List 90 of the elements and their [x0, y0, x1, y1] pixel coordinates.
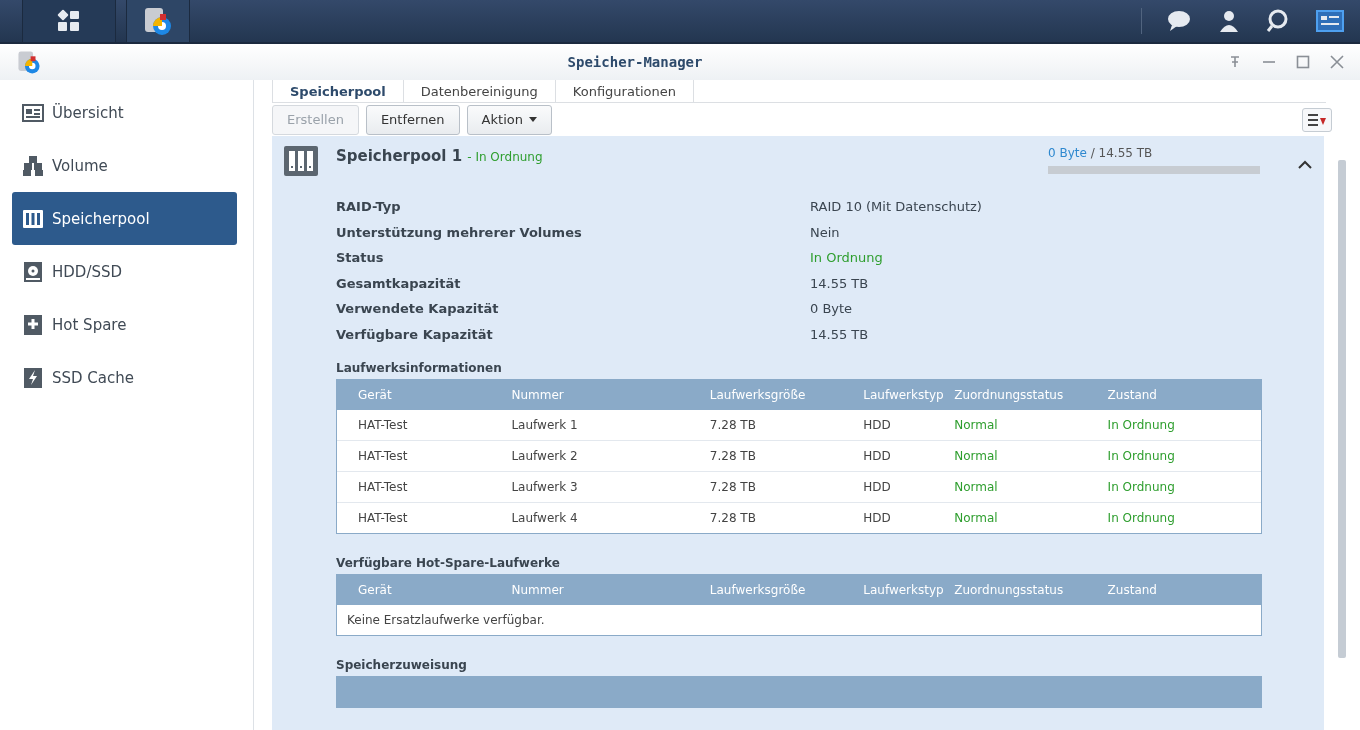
column-header: Zuordnungsstatus: [954, 388, 1065, 402]
table-cell-text: In Ordnung: [1107, 418, 1176, 432]
sidebar-item[interactable]: SSD Cache: [12, 351, 237, 404]
table-cell-text: Normal: [954, 418, 999, 432]
info-value: RAID 10 (Mit Datenschutz): [810, 199, 982, 215]
storage-app-icon: [142, 5, 174, 37]
sidebar-item[interactable]: Speicherpool: [12, 192, 237, 245]
search-icon[interactable]: [1266, 9, 1290, 33]
column-header: Laufwerksgröße: [709, 388, 807, 402]
storage-app-icon: [16, 49, 42, 75]
pin-icon[interactable]: [1228, 55, 1242, 69]
info-label: Status: [336, 250, 385, 266]
storage-app-button[interactable]: [126, 0, 190, 42]
column-header: Laufwerkstyp: [863, 388, 945, 402]
info-label: Verwendete Kapazität: [336, 301, 500, 317]
column-header: Gerät: [358, 388, 393, 402]
pool-icon: [22, 207, 44, 230]
sidebar-item[interactable]: Hot Spare: [12, 298, 237, 351]
info-label: Unterstützung mehrerer Volumes: [336, 224, 583, 240]
column-header: Laufwerkstyp: [863, 583, 945, 597]
table-cell-text: 7.28 TB: [709, 449, 757, 463]
maximize-icon[interactable]: [1296, 55, 1310, 69]
pool-name: Speicherpool 1: [336, 147, 463, 165]
table-cell-text: Laufwerk 4: [511, 511, 579, 525]
section-title: Verfügbare Hot-Spare-Laufwerke: [336, 556, 561, 570]
info-value: 14.55 TB: [810, 275, 869, 291]
table-cell-text: HAT-Test: [358, 418, 409, 432]
table-cell-text: In Ordnung: [1107, 511, 1176, 525]
tab[interactable]: Konfigurationen: [555, 80, 695, 102]
info-value: 0 Byte: [810, 301, 853, 317]
table-cell-text: Laufwerk 3: [511, 480, 579, 494]
used-capacity: 0 Byte: [1048, 146, 1087, 160]
info-value: Nein: [810, 224, 840, 240]
collapse-icon[interactable]: [1298, 160, 1312, 170]
tab[interactable]: Datenbereinigung: [403, 80, 556, 102]
table-cell-text: HDD: [863, 511, 892, 525]
table-cell-text: HDD: [863, 449, 892, 463]
table-cell-text: Normal: [954, 480, 999, 494]
table-cell-text: HDD: [863, 480, 892, 494]
sidebar-item[interactable]: HDD/SSD: [12, 245, 237, 298]
chat-icon[interactable]: [1166, 9, 1192, 33]
plus-box-icon: [22, 313, 44, 336]
column-header: Zustand: [1107, 388, 1158, 402]
info-label: RAID-Typ: [336, 199, 402, 215]
column-header: Gerät: [358, 583, 393, 597]
close-icon[interactable]: [1330, 55, 1344, 69]
caret-icon: [528, 117, 537, 122]
info-label: Gesamtkapazität: [336, 275, 462, 291]
table-cell-text: Laufwerk 1: [511, 418, 579, 432]
id-card-icon: [22, 101, 44, 124]
sidebar-item[interactable]: Volume: [12, 139, 237, 192]
info-label: Verfügbare Kapazität: [336, 326, 494, 342]
column-header: Zustand: [1107, 583, 1158, 597]
sidebar-item[interactable]: Übersicht: [12, 86, 237, 139]
table-cell-text: In Ordnung: [1107, 449, 1176, 463]
tab[interactable]: Speicherpool: [272, 80, 404, 102]
grid-icon: [56, 9, 82, 33]
table-cell-text: Normal: [954, 449, 999, 463]
scrollbar[interactable]: [1338, 160, 1346, 658]
column-header: Nummer: [511, 583, 565, 597]
main-menu-button[interactable]: [22, 0, 116, 42]
table-cell-text: HDD: [863, 418, 892, 432]
toolbar-button[interactable]: Aktion: [466, 104, 552, 135]
column-header: Laufwerksgröße: [709, 583, 807, 597]
table-cell-text: 7.28 TB: [709, 480, 757, 494]
table-cell-text: Normal: [954, 511, 999, 525]
user-icon[interactable]: [1218, 9, 1240, 33]
table-cell-text: 7.28 TB: [709, 511, 757, 525]
table-cell-text: HAT-Test: [358, 480, 409, 494]
column-header: Zuordnungsstatus: [954, 583, 1065, 597]
pool-icon: [284, 146, 318, 176]
section-title: Laufwerksinformationen: [336, 361, 503, 375]
lightning-box-icon: [22, 366, 44, 389]
toolbar-button[interactable]: Entfernen: [365, 104, 460, 135]
sort-button[interactable]: [1302, 107, 1332, 132]
table-cell-text: HAT-Test: [358, 449, 409, 463]
column-header: Nummer: [511, 388, 565, 402]
info-value: 14.55 TB: [810, 326, 869, 342]
table-cell-text: HAT-Test: [358, 511, 409, 525]
table-cell-text: Laufwerk 2: [511, 449, 579, 463]
table-cell-text: In Ordnung: [1107, 480, 1176, 494]
pool-status: - In Ordnung: [467, 150, 543, 164]
table-cell-text: 7.28 TB: [709, 418, 757, 432]
window-title: Speicher-Manager: [566, 54, 704, 70]
section-title: Speicherzuweisung: [336, 658, 468, 672]
sort-icon: [1307, 112, 1327, 127]
widget-icon[interactable]: [1316, 9, 1344, 33]
info-value: In Ordnung: [810, 250, 883, 266]
empty-message: Keine Ersatzlaufwerke verfügbar.: [347, 613, 545, 627]
total-capacity: / 14.55 TB: [1090, 146, 1153, 160]
